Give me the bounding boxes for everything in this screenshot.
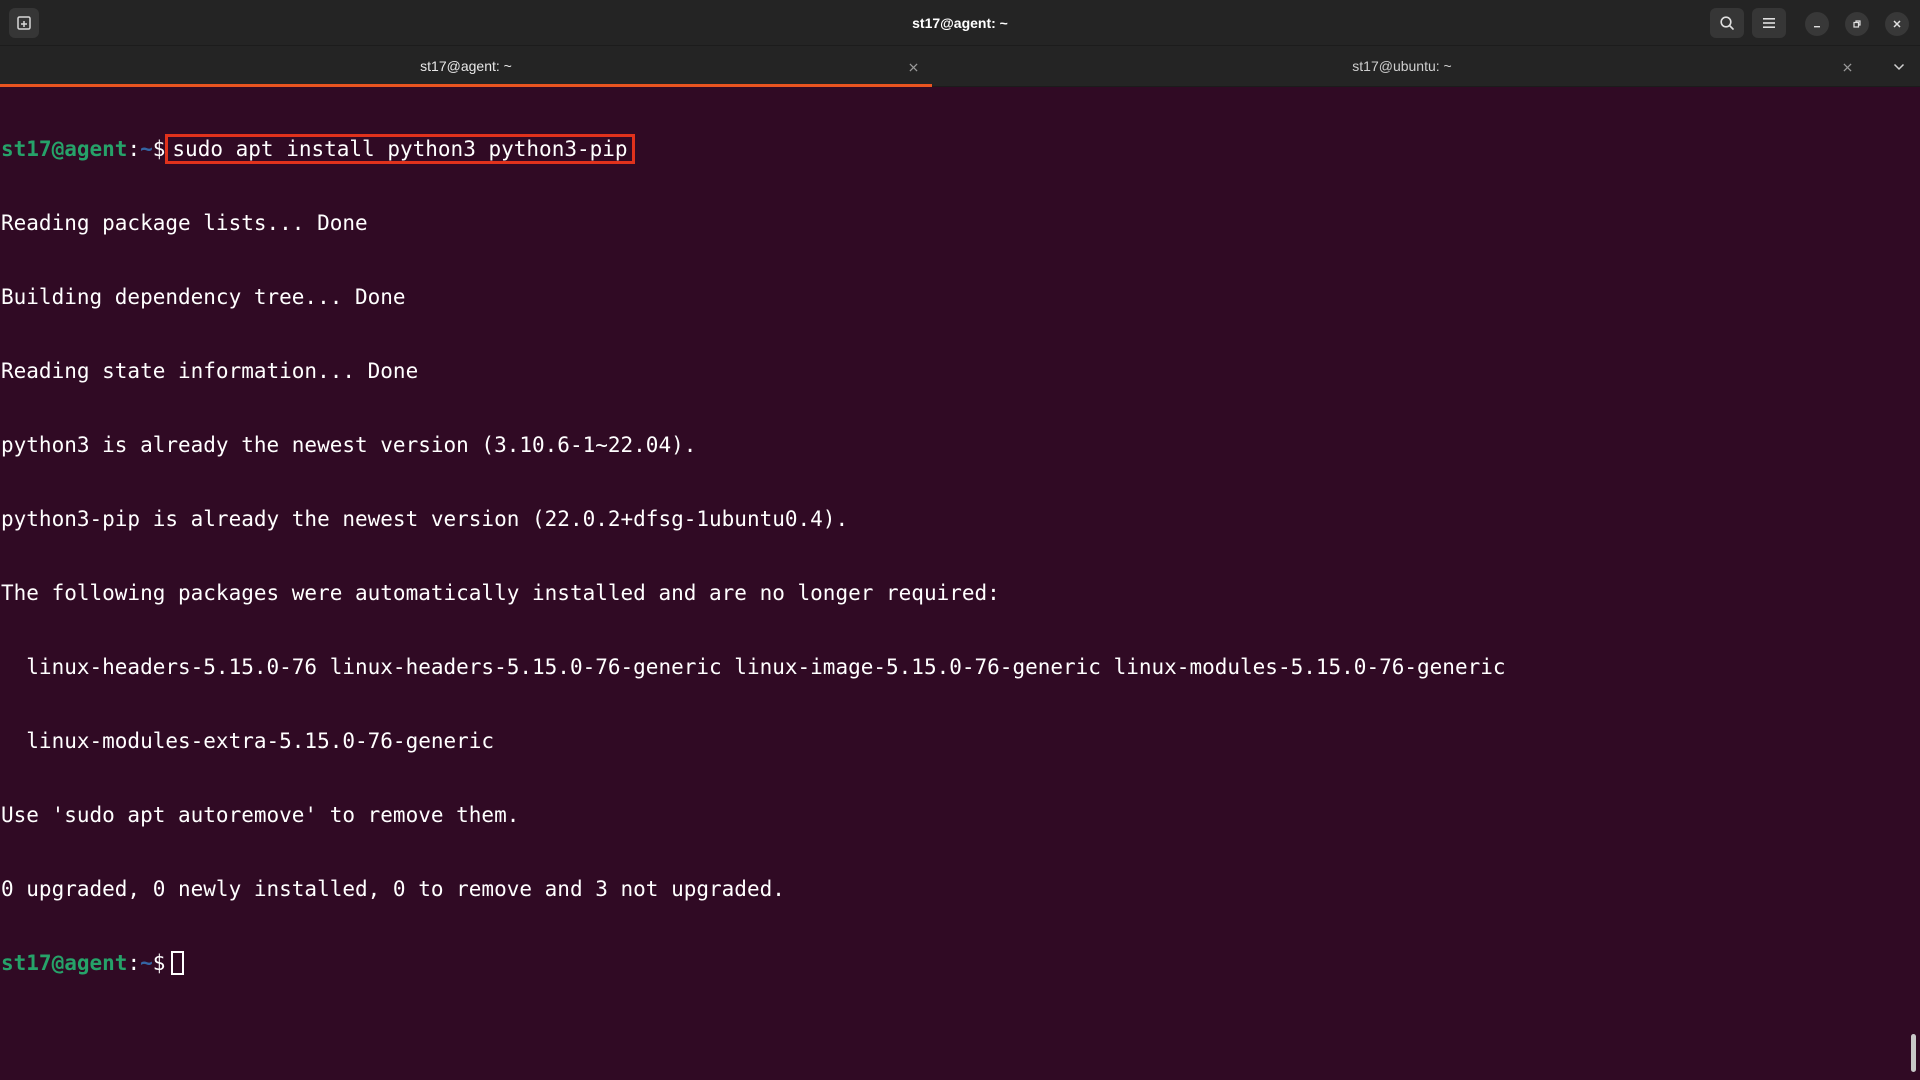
text-cursor <box>171 951 185 975</box>
prompt-separator: : <box>127 137 141 161</box>
tab-close-button[interactable] <box>904 58 922 76</box>
command-line: st17@agent:~$ sudo apt install python3 py… <box>0 134 1920 164</box>
window-title: st17@agent: ~ <box>912 15 1008 31</box>
new-tab-icon <box>17 16 31 30</box>
close-window-button[interactable] <box>1885 12 1909 36</box>
output-line: 0 upgraded, 0 newly installed, 0 to remo… <box>1 877 785 901</box>
prompt-symbol: $ <box>152 951 166 975</box>
minimize-button[interactable] <box>1805 12 1829 36</box>
scrollbar[interactable] <box>1911 1034 1916 1072</box>
restore-icon <box>1853 20 1861 28</box>
output-line: linux-headers-5.15.0-76 linux-headers-5.… <box>1 655 1506 679</box>
output-line: python3 is already the newest version (3… <box>1 433 697 457</box>
prompt-user-host: st17@agent <box>1 137 128 161</box>
current-prompt-line[interactable]: st17@agent:~$ <box>0 950 1920 976</box>
hamburger-menu-icon <box>1763 18 1775 28</box>
close-icon <box>908 62 918 72</box>
tab-label: st17@ubuntu: ~ <box>1352 58 1452 74</box>
tab-close-button[interactable] <box>1838 58 1856 76</box>
output-line: Reading package lists... Done <box>1 211 368 235</box>
output-line: linux-modules-extra-5.15.0-76-generic <box>1 729 495 753</box>
output-line: Use 'sudo apt autoremove' to remove them… <box>1 803 520 827</box>
terminal-output[interactable]: st17@agent:~$ sudo apt install python3 py… <box>0 88 1920 1080</box>
maximize-button[interactable] <box>1845 12 1869 36</box>
tab-bar: st17@agent: ~ st17@ubuntu: ~ <box>0 46 1920 87</box>
tab-st17-ubuntu[interactable]: st17@ubuntu: ~ <box>932 46 1872 87</box>
prompt-separator: : <box>127 951 141 975</box>
tab-label: st17@agent: ~ <box>420 58 512 74</box>
close-icon <box>1893 20 1901 28</box>
prompt-symbol: $ <box>152 137 166 161</box>
prompt-path: ~ <box>140 137 153 161</box>
minimize-icon <box>1814 26 1820 28</box>
output-line: Reading state information... Done <box>1 359 419 383</box>
search-button[interactable] <box>1710 8 1744 38</box>
prompt-path: ~ <box>140 951 153 975</box>
active-tab-indicator <box>0 84 932 87</box>
header-bar: st17@agent: ~ <box>0 0 1920 46</box>
highlighted-command: sudo apt install python3 python3-pip <box>165 134 635 164</box>
menu-button[interactable] <box>1752 8 1786 38</box>
terminal-window: st17@agent: ~ st17@agent: ~ st17@ubuntu:… <box>0 0 1920 1080</box>
search-icon <box>1720 16 1734 30</box>
chevron-down-icon <box>1893 63 1905 71</box>
close-icon <box>1842 62 1852 72</box>
tab-list-dropdown[interactable] <box>1888 57 1910 77</box>
new-tab-button[interactable] <box>9 8 39 38</box>
output-line: Building dependency tree... Done <box>1 285 406 309</box>
prompt-user-host: st17@agent <box>1 951 128 975</box>
tab-st17-agent[interactable]: st17@agent: ~ <box>0 46 932 87</box>
output-line: python3-pip is already the newest versio… <box>1 507 849 531</box>
output-line: The following packages were automaticall… <box>1 581 1000 605</box>
